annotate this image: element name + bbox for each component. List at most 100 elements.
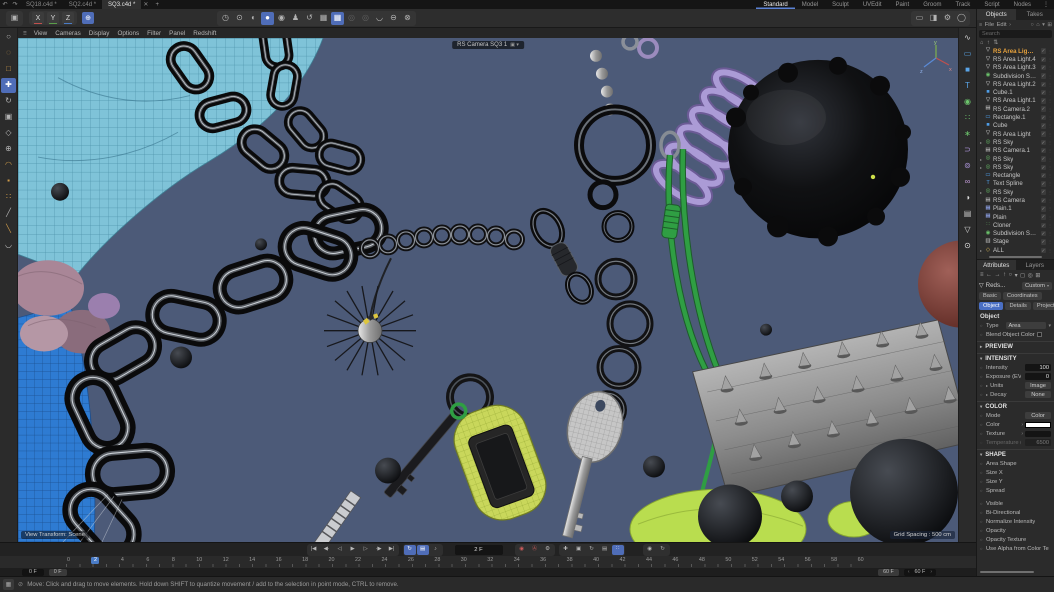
- attr-row[interactable]: ○Size Y: [977, 477, 1054, 486]
- camera-icon[interactable]: ▤: [961, 207, 975, 222]
- section-header-color[interactable]: ▾COLOR: [977, 401, 1054, 411]
- render-visibility-button[interactable]: ◐: [247, 12, 260, 25]
- document-tab[interactable]: SQ2.c4d *: [63, 0, 102, 9]
- camera-dropdown-icon[interactable]: ▣ ▾: [510, 42, 519, 48]
- attr-row[interactable]: ○Size X: [977, 468, 1054, 477]
- range-start-marker[interactable]: 0 F: [49, 569, 67, 576]
- viewport-menu-icon[interactable]: ≡: [20, 30, 30, 37]
- magnet-button[interactable]: ◡: [373, 12, 386, 25]
- attribute-pill[interactable]: Object: [979, 302, 1003, 310]
- visibility-dots[interactable]: ⋮: [1048, 231, 1052, 236]
- section-header-shape[interactable]: ▾SHAPE: [977, 449, 1054, 459]
- viewport[interactable]: ≡ ViewCamerasDisplayOptionsFilterPanelRe…: [18, 28, 958, 542]
- RS Sky[interactable]: ◎ RS Sky ✓ ⋮: [978, 138, 1053, 146]
- RS Area Light[interactable]: ▽ RS Area Light ✓ ⋮: [978, 130, 1053, 138]
- spline-pen-icon[interactable]: ∿: [961, 31, 975, 46]
- ALL[interactable]: ◇ ALL ✓ ⋮: [978, 246, 1053, 254]
- Cloner[interactable]: ∷ Cloner ✓ ⋮: [978, 221, 1053, 229]
- render-enable-toggle[interactable]: ✓: [1041, 165, 1047, 171]
- visibility-dots[interactable]: ⋮: [1048, 223, 1052, 228]
- workspace-more-icon[interactable]: ⋮: [1038, 1, 1054, 8]
- attr-row[interactable]: ○Exposure (EV)0: [977, 372, 1054, 381]
- document-tab[interactable]: SQ3.c4d *: [102, 0, 141, 9]
- attr-row[interactable]: ○▸UnitsImage: [977, 381, 1054, 390]
- manager-tab[interactable]: Objects: [977, 9, 1016, 20]
- axis-modifier-button[interactable]: ⊕: [82, 12, 94, 24]
- show-keys-button[interactable]: ▤: [417, 545, 429, 555]
- add-tab-button[interactable]: +: [150, 2, 164, 8]
- Rectangle[interactable]: ▭ Rectangle ✓ ⋮: [978, 171, 1053, 179]
- visibility-dots[interactable]: ⋮: [1048, 65, 1052, 70]
- attribute-pill[interactable]: Details: [1005, 302, 1030, 310]
- up-icon[interactable]: ↑: [1003, 272, 1006, 278]
- render-picture-viewer-button[interactable]: ◨: [927, 12, 940, 25]
- attr-row[interactable]: ○Normalize Intensity: [977, 517, 1054, 526]
- timeline-ruler[interactable]: 0246810121416182022242628303234363840424…: [0, 556, 976, 568]
- section-header-intensity[interactable]: ▾INTENSITY: [977, 353, 1054, 363]
- render-enable-toggle[interactable]: ✓: [1041, 123, 1047, 129]
- RS Area Light.5[interactable]: ▽ RS Area Light.5 ✓ ⋮: [978, 47, 1053, 55]
- home-icon[interactable]: ⌂: [980, 40, 984, 46]
- file-menu[interactable]: File: [985, 22, 994, 28]
- back-icon[interactable]: ←: [986, 272, 992, 278]
- live-selection-tool[interactable]: ◌: [1, 46, 16, 61]
- Plain.1[interactable]: ▦ Plain.1 ✓ ⋮: [978, 205, 1053, 213]
- forward-icon[interactable]: →: [995, 272, 1001, 278]
- attr-row[interactable]: ○Opacity: [977, 526, 1054, 535]
- tracer-icon[interactable]: ∞: [961, 175, 975, 190]
- render-enable-toggle[interactable]: ✓: [1041, 57, 1047, 63]
- current-frame-field[interactable]: 2 F: [455, 545, 503, 555]
- undo-icon[interactable]: ↶: [0, 1, 10, 8]
- field-icon[interactable]: ⊚: [961, 159, 975, 174]
- blend-object-color-row[interactable]: ○ Blend Object Color: [977, 330, 1054, 339]
- attr-row[interactable]: ○Bi-Directional: [977, 508, 1054, 517]
- attr-row[interactable]: ○Spread: [977, 486, 1054, 495]
- RS Camera.1[interactable]: ▤ RS Camera.1 ✓ ⋮: [978, 147, 1053, 155]
- mode-dropdown[interactable]: Custom ▾: [1022, 282, 1052, 290]
- type-row[interactable]: ○ Type Area ▾: [977, 321, 1054, 330]
- attribute-pill[interactable]: Project: [1033, 302, 1054, 310]
- attr-row[interactable]: ○Temperature (K)6500: [977, 438, 1054, 447]
- character-mode-button[interactable]: ♟: [289, 12, 302, 25]
- rectangle-spline-icon[interactable]: ▭: [961, 47, 975, 62]
- key-scale-button[interactable]: ▣: [573, 545, 585, 555]
- interactive-render-button[interactable]: ◯: [955, 12, 968, 25]
- RS Camera.2[interactable]: ▤ RS Camera.2 ✓ ⋮: [978, 105, 1053, 113]
- render-enable-toggle[interactable]: ✓: [1041, 198, 1047, 204]
- attr-row[interactable]: ○Color›: [977, 420, 1054, 429]
- key-rotation-button[interactable]: ↻: [586, 545, 598, 555]
- keyframe-settings-button[interactable]: ⚙: [542, 545, 554, 555]
- workspace-tab[interactable]: Track: [949, 0, 978, 9]
- render-enable-toggle[interactable]: ✓: [1041, 181, 1047, 187]
- attribute-pill[interactable]: Basic: [979, 292, 1001, 300]
- render-enable-toggle[interactable]: ✓: [1041, 156, 1047, 162]
- coord-system-button[interactable]: ◷: [219, 12, 232, 25]
- RS Sky[interactable]: ◎ RS Sky ✓ ⋮: [978, 163, 1053, 171]
- brush-mode-button[interactable]: ◉: [275, 12, 288, 25]
- color-swatch[interactable]: [1025, 422, 1051, 428]
- attribute-tab[interactable]: Attributes: [977, 260, 1016, 270]
- modeling-axis-icon[interactable]: ▣: [8, 12, 21, 25]
- viewport-menu[interactable]: Redshift: [189, 30, 220, 37]
- attr-row[interactable]: ○Visible: [977, 499, 1054, 508]
- z-axis-lock-button[interactable]: Z: [62, 12, 74, 24]
- visibility-dots[interactable]: ⋮: [1048, 132, 1052, 137]
- attribute-pill[interactable]: Coordinates: [1003, 292, 1042, 300]
- render-enable-toggle[interactable]: ✓: [1041, 248, 1047, 254]
- render-enable-toggle[interactable]: ✓: [1041, 140, 1047, 146]
- popout-icon[interactable]: ⊞: [1035, 272, 1040, 279]
- clone-dots-tool[interactable]: ∷: [1, 190, 16, 205]
- attr-row[interactable]: ○▸DecayNone: [977, 390, 1054, 399]
- next-frame-button[interactable]: ▷: [360, 545, 372, 555]
- RS Area Light.3[interactable]: ▽ RS Area Light.3 ✓ ⋮: [978, 64, 1053, 72]
- render-enable-toggle[interactable]: ✓: [1041, 73, 1047, 79]
- visibility-dots[interactable]: ⋮: [1048, 215, 1052, 220]
- visibility-dots[interactable]: ⋮: [1048, 49, 1052, 54]
- range-end-marker[interactable]: 60 F: [878, 569, 899, 576]
- Plain[interactable]: ▦ Plain ✓ ⋮: [978, 213, 1053, 221]
- symmetry-button[interactable]: ↺: [303, 12, 316, 25]
- workspace-tab[interactable]: Script: [977, 0, 1006, 9]
- render-enable-toggle[interactable]: ✓: [1041, 90, 1047, 96]
- render-enable-toggle[interactable]: ✓: [1041, 98, 1047, 104]
- RS Sky[interactable]: ◎ RS Sky ✓ ⋮: [978, 155, 1053, 163]
